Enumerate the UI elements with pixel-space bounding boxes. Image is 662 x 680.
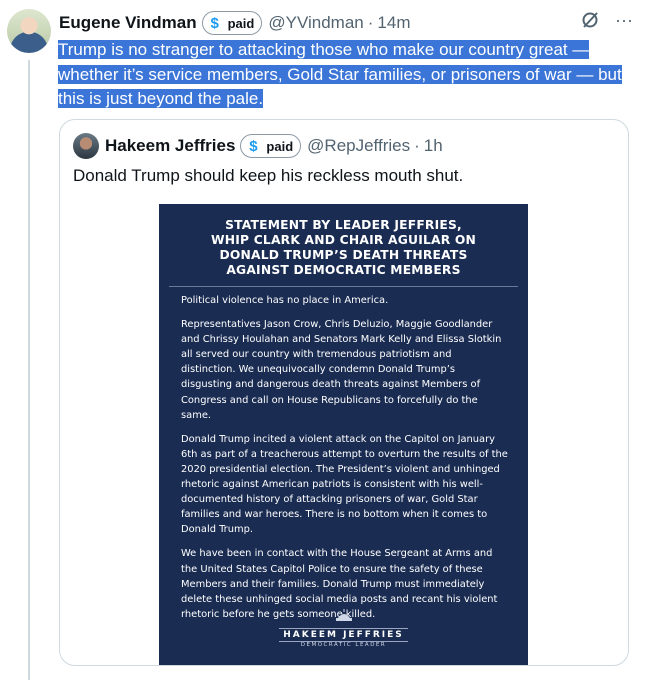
separator: ·: [367, 13, 374, 32]
statement-paragraph: Political violence has no place in Ameri…: [181, 295, 389, 306]
thread-line: [28, 60, 30, 680]
quoted-paid-badge[interactable]: $ paid: [240, 134, 302, 158]
jeffries-logo: HAKEEM JEFFRIES DEMOCRATIC LEADER: [159, 609, 528, 648]
tweet-text-line: Trump is no stranger to attacking those …: [58, 40, 590, 59]
paid-badge[interactable]: $ paid: [201, 11, 263, 35]
tweet-text: Trump is no stranger to attacking those …: [58, 38, 638, 112]
logo-name: HAKEEM JEFFRIES: [283, 630, 404, 640]
statement-title: STATEMENT BY LEADER JEFFRIES, WHIP CLARK…: [159, 218, 528, 278]
author-avatar[interactable]: [7, 9, 51, 53]
statement-title-line: WHIP CLARK AND CHAIR AGUILAR ON: [210, 233, 477, 247]
statement-paragraph: Representatives Jason Crow, Chris Deluzi…: [181, 319, 502, 421]
tweet-text-line: this is just beyond the pale.: [58, 89, 264, 108]
statement-title-line: AGAINST DEMOCRATIC MEMBERS: [226, 263, 461, 277]
quoted-tweet-time[interactable]: 1h: [424, 136, 443, 156]
quoted-author-avatar[interactable]: [73, 133, 99, 159]
quoted-tweet[interactable]: Hakeem Jeffries $ paid @RepJeffries · 1h…: [59, 119, 629, 666]
tweet-text-line: whether it’s service members, Gold Star …: [58, 64, 622, 84]
dollar-icon: $: [249, 137, 258, 155]
author-handle[interactable]: @YVindman: [268, 13, 363, 33]
logo-subtitle: DEMOCRATIC LEADER: [300, 642, 387, 648]
statement-paragraph: Donald Trump incited a violent attack on…: [181, 433, 508, 536]
dollar-icon: $: [210, 14, 219, 32]
quoted-tweet-text: Donald Trump should keep his reckless mo…: [73, 166, 464, 185]
logo-frame: HAKEEM JEFFRIES: [279, 628, 408, 642]
tweet-header: Eugene Vindman $ paid @YVindman · 14m: [59, 11, 410, 35]
paid-badge-label: paid: [227, 15, 255, 31]
capitol-dome-icon: [335, 609, 352, 621]
statement-title-line: DONALD TRUMP’S DEATH THREATS: [219, 248, 468, 262]
statement-title-line: STATEMENT BY LEADER JEFFRIES,: [225, 218, 462, 232]
statement-image[interactable]: STATEMENT BY LEADER JEFFRIES, WHIP CLARK…: [159, 204, 528, 665]
more-icon[interactable]: ···: [613, 9, 635, 31]
tweet-time[interactable]: 14m: [377, 13, 410, 33]
grok-icon[interactable]: [580, 10, 600, 30]
quoted-author-handle[interactable]: @RepJeffries: [307, 136, 410, 156]
quoted-author-name[interactable]: Hakeem Jeffries: [105, 136, 235, 156]
author-name[interactable]: Eugene Vindman: [59, 13, 197, 33]
quoted-paid-badge-label: paid: [266, 138, 294, 154]
quoted-tweet-header: Hakeem Jeffries $ paid @RepJeffries · 1h: [105, 134, 443, 158]
quoted-separator: ·: [414, 136, 420, 155]
statement-body: Political violence has no place in Ameri…: [159, 287, 528, 622]
